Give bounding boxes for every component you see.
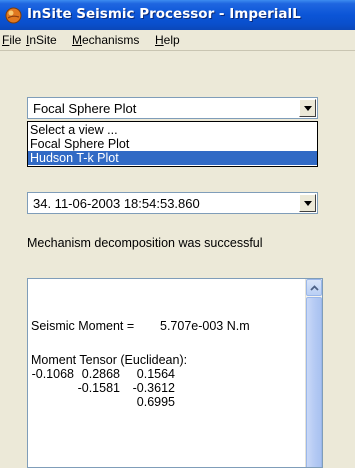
tensor-label: Moment Tensor (Euclidean):	[31, 353, 188, 367]
view-dropdown-list: Select a view ... Focal Sphere Plot Huds…	[27, 121, 318, 167]
window-title: InSite Seismic Processor - ImperialL	[27, 6, 301, 22]
seismic-moment-value: 5.707e-003 N.m	[160, 319, 250, 333]
status-message: Mechanism decomposition was successful	[27, 236, 263, 250]
tensor-m33: 0.6995	[136, 395, 175, 409]
event-select[interactable]: 34. 11-06-2003 18:54:53.860	[27, 192, 318, 214]
view-select[interactable]: Focal Sphere Plot	[27, 97, 318, 119]
title-bar[interactable]: InSite Seismic Processor - ImperialL	[0, 0, 355, 30]
menu-bar: File InSite Mechanisms Help	[0, 30, 355, 51]
chevron-down-icon	[304, 201, 312, 206]
seismic-moment-label: Seismic Moment =	[31, 319, 135, 333]
tensor-m13: 0.1564	[136, 367, 175, 381]
view-select-dropdown-button[interactable]	[299, 99, 316, 117]
scroll-up-button[interactable]	[306, 279, 322, 296]
event-select-value: 34. 11-06-2003 18:54:53.860	[33, 196, 200, 211]
menu-file[interactable]: File	[2, 33, 21, 47]
tensor-m11: -0.1068	[31, 367, 74, 381]
event-select-dropdown-button[interactable]	[299, 194, 316, 212]
view-select-value: Focal Sphere Plot	[33, 101, 137, 116]
arrow-up-icon	[310, 285, 319, 291]
view-option-select[interactable]: Select a view ...	[28, 123, 317, 137]
menu-insite[interactable]: InSite	[26, 33, 57, 47]
results-scrollbar[interactable]	[305, 279, 322, 467]
tensor-m23: -0.3612	[132, 381, 175, 395]
chevron-down-icon	[304, 106, 312, 111]
tensor-m12: 0.2868	[81, 367, 120, 381]
menu-mechanisms[interactable]: Mechanisms	[72, 33, 139, 47]
view-option-focal-sphere[interactable]: Focal Sphere Plot	[28, 137, 317, 151]
app-icon	[5, 7, 22, 24]
menu-help[interactable]: Help	[155, 33, 180, 47]
scroll-thumb[interactable]	[306, 297, 322, 467]
tensor-m22: -0.1581	[77, 381, 120, 395]
results-text-box[interactable]: Seismic Moment = 5.707e-003 N.m Moment T…	[27, 278, 323, 468]
view-option-hudson-tk[interactable]: Hudson T-k Plot	[28, 151, 317, 165]
main-panel: Focal Sphere Plot Select a view ... Foca…	[0, 51, 355, 468]
